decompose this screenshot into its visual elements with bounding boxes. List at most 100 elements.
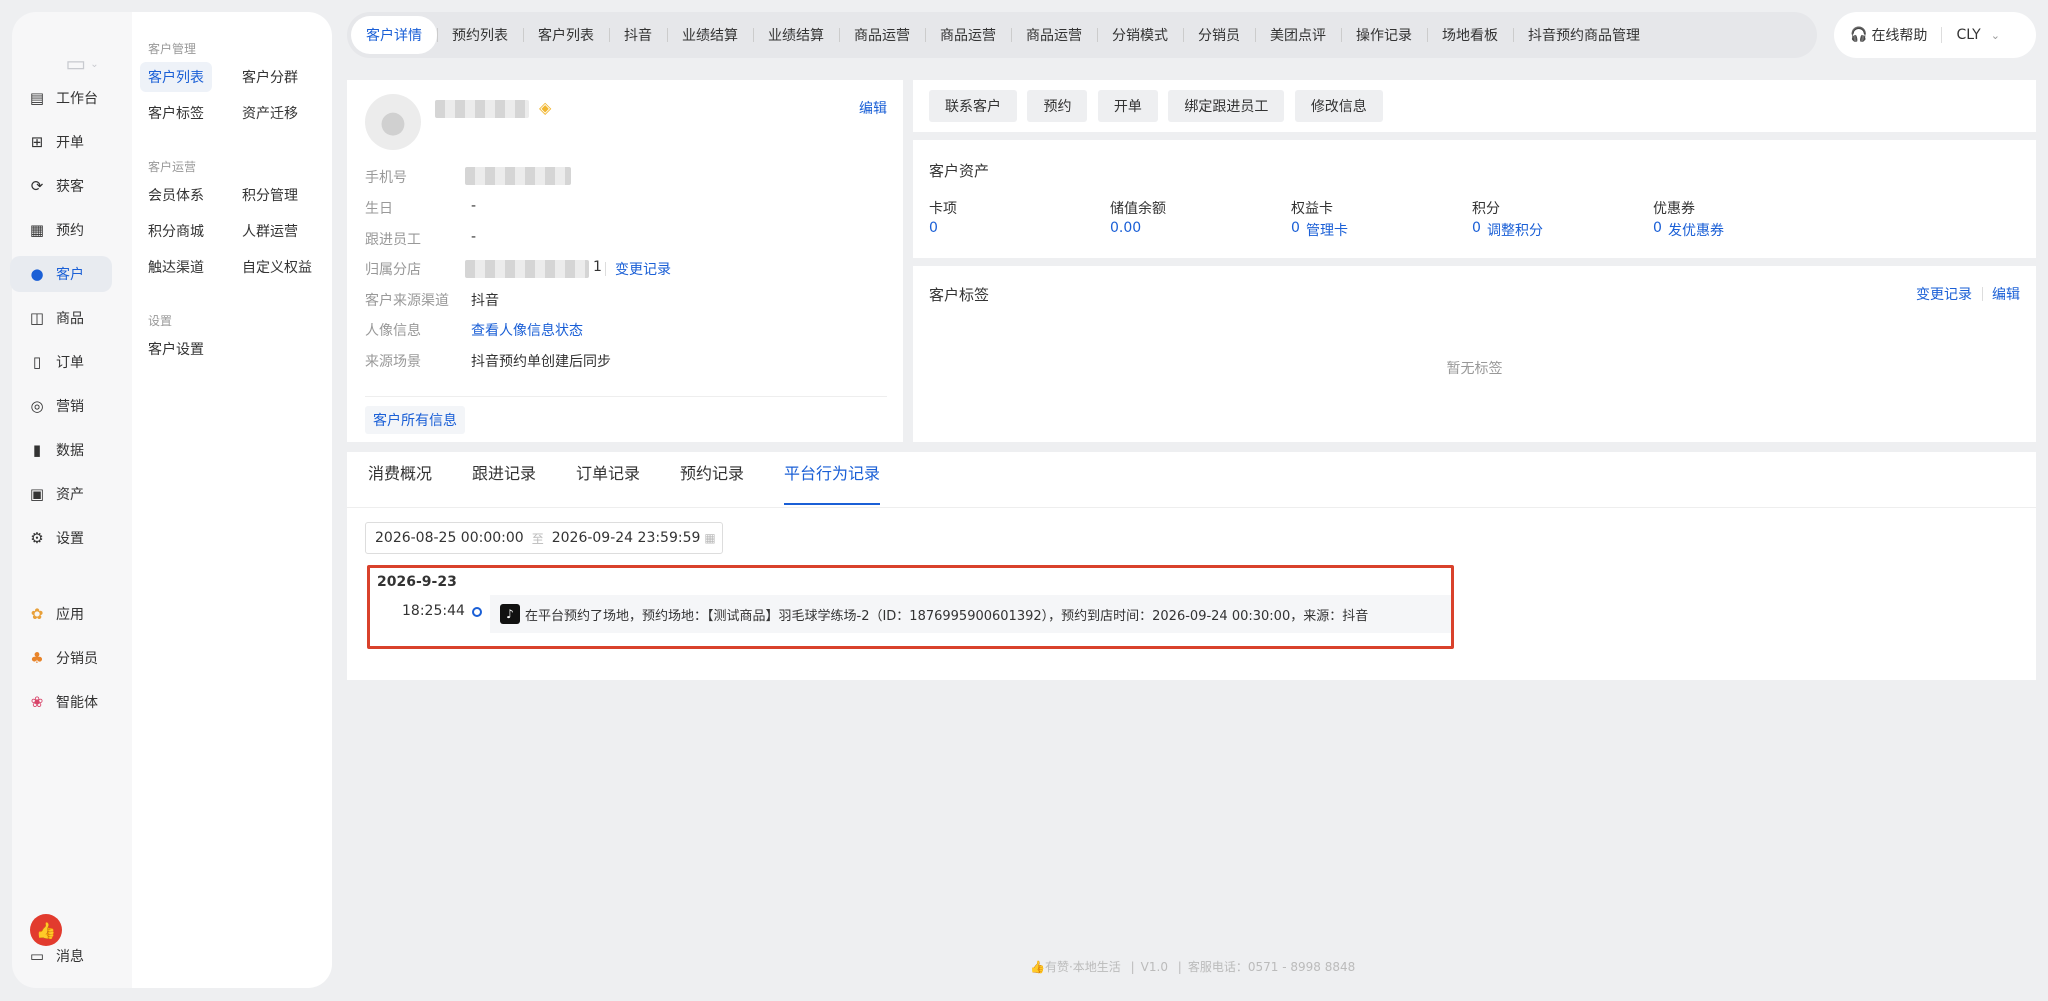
secondary-sidebar: 客户管理 客户列表 客户分群 客户标签 资产迁移 客户运营 会员体系 积分管理 … bbox=[132, 12, 332, 988]
sub-item-points-management[interactable]: 积分管理 bbox=[234, 180, 306, 210]
calendar-icon: ▦ bbox=[704, 531, 716, 545]
user-menu[interactable]: CLY bbox=[1956, 27, 1980, 43]
chevron-down-icon[interactable]: ⌄ bbox=[1991, 29, 2000, 42]
value-branch: 1 bbox=[593, 259, 602, 275]
empty-tags-text: 暂无标签 bbox=[1446, 361, 1503, 377]
label-source-channel: 客户来源渠道 bbox=[365, 293, 449, 309]
modify-info-button[interactable]: 修改信息 bbox=[1294, 90, 1383, 122]
tags-edit-link[interactable]: 编辑 bbox=[1992, 284, 2020, 304]
divider bbox=[1941, 27, 1943, 43]
store-logo-icon[interactable]: ▭ ⌄ bbox=[62, 44, 102, 84]
sub-item-customer-group[interactable]: 客户分群 bbox=[234, 62, 306, 92]
bind-staff-button[interactable]: 绑定跟进员工 bbox=[1168, 90, 1285, 122]
asset-value-balance[interactable]: 0.00 bbox=[1110, 220, 1141, 236]
manage-card-link[interactable]: 管理卡 bbox=[1306, 220, 1348, 240]
tab-operation-log[interactable]: 操作记录 bbox=[1341, 16, 1427, 54]
tags-change-record-link[interactable]: 变更记录 bbox=[1916, 284, 1972, 304]
sub-item-crowd-operation[interactable]: 人群运营 bbox=[234, 216, 306, 246]
sub-item-customer-tag[interactable]: 客户标签 bbox=[140, 98, 212, 128]
tab-performance-1[interactable]: 业绩结算 bbox=[667, 16, 753, 54]
nav-item-product[interactable]: ◫ 商品 bbox=[10, 300, 112, 336]
active-tab-underline bbox=[784, 503, 880, 505]
date-range-picker[interactable]: 2026-08-25 00:00:00 至 2026-09-24 23:59:5… bbox=[365, 522, 723, 554]
asset-value-cards[interactable]: 0 bbox=[929, 220, 938, 236]
bag-icon: ◫ bbox=[29, 309, 45, 327]
asset-label-coupons: 优惠券 bbox=[1653, 201, 1695, 217]
label-phone: 手机号 bbox=[365, 170, 407, 186]
tab-customer-list[interactable]: 客户列表 bbox=[523, 16, 609, 54]
tab-douyin-product[interactable]: 抖音预约商品管理 bbox=[1513, 16, 1655, 54]
nav-item-customer[interactable]: ● 客户 bbox=[10, 256, 112, 292]
date-separator: 至 bbox=[531, 531, 544, 546]
value-source-channel: 抖音 bbox=[471, 293, 499, 309]
tab-douyin[interactable]: 抖音 bbox=[609, 16, 667, 54]
footer-version: V1.0 bbox=[1140, 960, 1168, 974]
nav-item-agent[interactable]: ❀ 智能体 bbox=[10, 684, 112, 720]
adjust-points-link[interactable]: 调整积分 bbox=[1487, 220, 1543, 240]
headset-icon: 🎧 bbox=[1850, 27, 1868, 43]
nav-item-appointment[interactable]: ▦ 预约 bbox=[10, 212, 112, 248]
nav-item-order[interactable]: ▯ 订单 bbox=[10, 344, 112, 380]
nav-item-workbench[interactable]: ▤ 工作台 bbox=[10, 80, 112, 116]
record-content: ♪ 在平台预约了场地，预约场地：【测试商品】羽毛球学练场-2（ID：187699… bbox=[490, 595, 1451, 633]
nav-item-data[interactable]: ▮ 数据 bbox=[10, 432, 112, 468]
nav-item-distributor[interactable]: ♣ 分销员 bbox=[10, 640, 112, 676]
appointment-button[interactable]: 预约 bbox=[1027, 90, 1088, 122]
sub-item-customer-settings[interactable]: 客户设置 bbox=[140, 334, 212, 364]
asset-value-rights-card[interactable]: 0 bbox=[1291, 220, 1300, 236]
divider bbox=[605, 262, 606, 276]
tab-platform-behavior[interactable]: 平台行为记录 bbox=[784, 460, 880, 484]
order-icon: ▯ bbox=[32, 353, 42, 371]
nav-item-asset[interactable]: ▣ 资产 bbox=[10, 476, 112, 512]
target-icon: ◎ bbox=[30, 397, 44, 415]
tab-product-op-2[interactable]: 商品运营 bbox=[925, 16, 1011, 54]
asset-label-cards: 卡项 bbox=[929, 201, 957, 217]
tab-performance-2[interactable]: 业绩结算 bbox=[753, 16, 839, 54]
record-date: 2026-9-23 bbox=[377, 574, 457, 590]
sub-item-asset-migration[interactable]: 资产迁移 bbox=[234, 98, 306, 128]
all-info-button[interactable]: 客户所有信息 bbox=[365, 406, 465, 434]
bar-chart-icon: ▮ bbox=[32, 441, 42, 459]
value-follow-staff: - bbox=[471, 229, 477, 245]
portrait-status-link[interactable]: 查看人像信息状态 bbox=[471, 320, 583, 340]
nav-item-marketing[interactable]: ◎ 营销 bbox=[10, 388, 112, 424]
distributor-icon: ♣ bbox=[30, 649, 44, 667]
page-tabs: 客户详情 预约列表 客户列表 抖音 业绩结算 业绩结算 商品运营 商品运营 商品… bbox=[347, 12, 1817, 58]
nav-item-acquire[interactable]: ⟳ 获客 bbox=[10, 168, 112, 204]
asset-value-points[interactable]: 0 bbox=[1472, 220, 1481, 236]
nav-item-open-order[interactable]: ⊞ 开单 bbox=[10, 124, 112, 160]
tab-product-op-1[interactable]: 商品运营 bbox=[839, 16, 925, 54]
help-link[interactable]: 在线帮助 bbox=[1871, 25, 1927, 45]
nav-item-message[interactable]: ▭ 消息 bbox=[10, 938, 112, 974]
sub-item-custom-rights[interactable]: 自定义权益 bbox=[234, 252, 320, 282]
issue-coupon-link[interactable]: 发优惠券 bbox=[1668, 220, 1724, 240]
open-order-button[interactable]: 开单 bbox=[1097, 90, 1158, 122]
tab-consumption-overview[interactable]: 消费概况 bbox=[368, 460, 432, 484]
tab-venue-board[interactable]: 场地看板 bbox=[1427, 16, 1513, 54]
tab-customer-detail[interactable]: 客户详情 bbox=[351, 16, 437, 54]
tab-appointment-list[interactable]: 预约列表 bbox=[437, 16, 523, 54]
contact-customer-button[interactable]: 联系客户 bbox=[929, 90, 1017, 122]
profile-edit-link[interactable]: 编辑 bbox=[859, 98, 887, 118]
nav-item-settings[interactable]: ⚙ 设置 bbox=[10, 520, 112, 556]
highlighted-record: 2026-9-23 18:25:44 ♪ 在平台预约了场地，预约场地：【测试商品… bbox=[367, 565, 1454, 649]
branch-change-record-link[interactable]: 变更记录 bbox=[615, 259, 671, 279]
sub-item-member-system[interactable]: 会员体系 bbox=[140, 180, 212, 210]
record-text: 在平台预约了场地，预约场地：【测试商品】羽毛球学练场-2（ID：18769959… bbox=[525, 608, 1369, 624]
tab-order-record[interactable]: 订单记录 bbox=[576, 460, 640, 484]
tab-product-op-3[interactable]: 商品运营 bbox=[1011, 16, 1097, 54]
tab-distributor[interactable]: 分销员 bbox=[1183, 16, 1255, 54]
tab-appointment-record[interactable]: 预约记录 bbox=[680, 460, 744, 484]
asset-label-rights-card: 权益卡 bbox=[1291, 201, 1333, 217]
nav-item-apps[interactable]: ✿ 应用 bbox=[10, 596, 112, 632]
sub-item-reach-channel[interactable]: 触达渠道 bbox=[140, 252, 212, 282]
asset-value-coupons[interactable]: 0 bbox=[1653, 220, 1662, 236]
tab-distribution-mode[interactable]: 分销模式 bbox=[1097, 16, 1183, 54]
tab-follow-record[interactable]: 跟进记录 bbox=[472, 460, 536, 484]
vip-badge-icon: ◈ bbox=[539, 98, 552, 117]
asset-label-points: 积分 bbox=[1472, 201, 1500, 217]
tab-meituan[interactable]: 美团点评 bbox=[1255, 16, 1341, 54]
sub-item-customer-list[interactable]: 客户列表 bbox=[140, 62, 212, 92]
sub-item-points-mall[interactable]: 积分商城 bbox=[140, 216, 212, 246]
youzan-logo-icon: 👍 bbox=[1030, 960, 1045, 974]
